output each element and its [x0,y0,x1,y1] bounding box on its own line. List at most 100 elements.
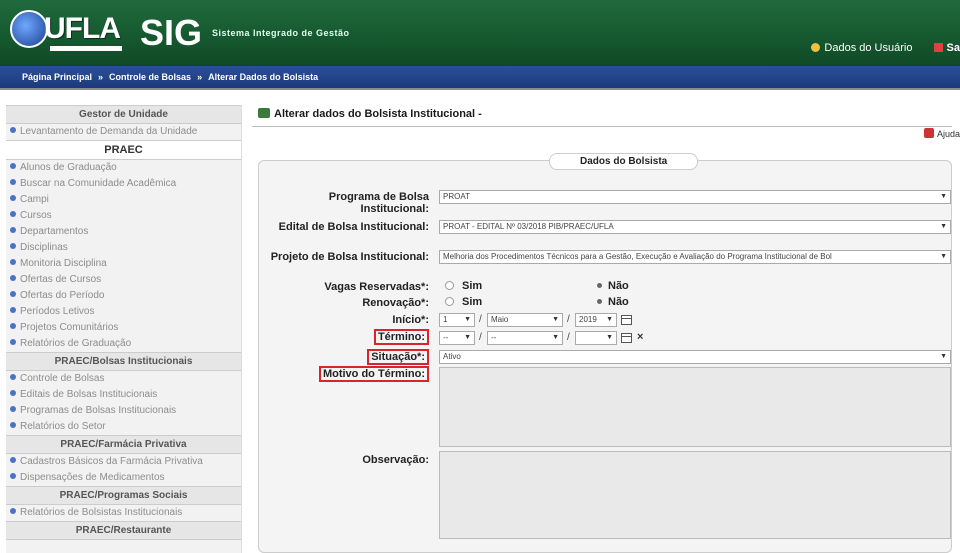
sidebar-item[interactable]: Departamentos [6,224,241,240]
sidebar-item[interactable]: Dispensações de Medicamentos [6,470,241,486]
bullet-icon [10,127,16,133]
sidebar-item-label: Levantamento de Demanda da Unidade [20,126,198,137]
vagas-nao-radio[interactable]: Não [597,280,629,292]
observacao-label: Observação: [362,454,429,466]
bullet-icon [10,211,16,217]
bullet-icon [10,163,16,169]
user-data-link[interactable]: Dados do Usuário [811,42,912,54]
programa-select[interactable]: PROAT ▼ [439,190,951,204]
user-icon [811,43,821,52]
termino-year-select[interactable]: ▼ [575,331,617,345]
breadcrumb-item[interactable]: Controle de Bolsas [109,72,191,82]
inicio-day-select[interactable]: 1 ▼ [439,313,475,327]
breadcrumb-separator: » [98,72,104,82]
fieldset-legend: Dados do Bolsista [549,153,699,170]
observacao-textarea[interactable] [439,451,951,539]
breadcrumb-item[interactable]: Alterar Dados do Bolsista [208,72,318,82]
sidebar-item[interactable]: Editais de Bolsas Institucionais [6,387,241,403]
bullet-icon [10,374,16,380]
sidebar-item[interactable]: Campi [6,192,241,208]
calendar-icon[interactable] [621,333,632,343]
renovacao-label: Renovação*: [362,297,429,309]
sidebar-item-label: Ofertas de Cursos [20,274,102,285]
bullet-icon [10,406,16,412]
users-icon [258,108,270,118]
sidebar-item-label: Controle de Bolsas [20,373,105,384]
sidebar-item-label: Cadastros Básicos da Farmácia Privativa [20,456,203,467]
sidebar-item[interactable]: Relatórios de Graduação [6,336,241,352]
situacao-label: Situação*: [259,349,429,365]
projeto-select[interactable]: Melhoria dos Procedimentos Técnicos para… [439,250,951,264]
bullet-icon [10,508,16,514]
sidebar-item[interactable]: Buscar na Comunidade Acadêmica [6,176,241,192]
termino-day-select[interactable]: -- ▼ [439,331,475,345]
sidebar-item[interactable]: Disciplinas [6,240,241,256]
inicio-label: Início*: [392,314,429,326]
ufla-seal-icon [10,10,48,48]
sidebar-item-label: Ofertas do Período [20,290,105,301]
sidebar-item[interactable]: Programas de Bolsas Institucionais [6,403,241,419]
termino-month-select[interactable]: -- ▼ [487,331,563,345]
sidebar-item[interactable]: Relatórios do Setor [6,419,241,435]
ufla-logo[interactable]: UFLA [10,10,122,51]
header: UFLA SIG Sistema Integrado de Gestão Dad… [0,0,960,66]
sidebar-item[interactable]: Monitoria Disciplina [6,256,241,272]
sidebar-section-title: Gestor de Unidade [6,105,241,124]
vagas-sim-radio[interactable]: Sim [445,280,482,292]
inicio-month-select[interactable]: Maio ▼ [487,313,563,327]
bullet-icon [10,390,16,396]
sidebar-item-label: Relatórios de Graduação [20,338,132,349]
chevron-down-icon: ▼ [940,353,947,360]
exit-link[interactable]: Sa [933,42,960,54]
breadcrumb: Página Principal » Controle de Bolsas » Alte… [22,72,324,82]
exit-icon [933,43,943,52]
chevron-down-icon: ▼ [940,193,947,200]
sidebar-item-label: Disciplinas [20,242,68,253]
sidebar-item[interactable]: Cadastros Básicos da Farmácia Privativa [6,454,241,470]
sidebar-item[interactable]: Cursos [6,208,241,224]
bullet-icon [10,275,16,281]
chevron-down-icon: ▼ [940,253,947,260]
bullet-icon [10,195,16,201]
sidebar-item[interactable]: Ofertas de Cursos [6,272,241,288]
help-link[interactable]: Ajuda [923,128,960,139]
bullet-icon [10,259,16,265]
sidebar-item-label: Projetos Comunitários [20,322,119,333]
ufla-logo-text: UFLA [44,12,121,45]
sidebar-item[interactable]: Relatórios de Bolsistas Institucionais [6,505,241,521]
sidebar-section-title: PRAEC/Programas Sociais [6,486,241,505]
sidebar-item[interactable]: Levantamento de Demanda da Unidade [6,124,241,140]
sidebar-item[interactable]: Projetos Comunitários [6,320,241,336]
bullet-icon [10,307,16,313]
user-menu: Dados do Usuário Sa [793,42,960,54]
sidebar-item[interactable]: Ofertas do Período [6,288,241,304]
projeto-label: Projeto de Bolsa Institucional: [270,251,429,263]
sidebar-item-label: Programas de Bolsas Institucionais [20,405,177,416]
sidebar-item[interactable]: Alunos de Graduação [6,160,241,176]
sidebar-item[interactable]: Controle de Bolsas [6,371,241,387]
bullet-icon [10,339,16,345]
motivo-textarea[interactable] [439,367,951,447]
breadcrumb-item[interactable]: Página Principal [22,72,92,82]
sidebar-item-label: Relatórios do Setor [20,421,106,432]
sidebar-item-label: Buscar na Comunidade Acadêmica [20,178,177,189]
motivo-label: Motivo do Término: [259,366,429,382]
breadcrumb-bar: Página Principal » Controle de Bolsas » Alte… [0,66,960,90]
bullet-icon [10,291,16,297]
calendar-icon[interactable] [621,315,632,325]
sidebar-item[interactable]: Períodos Letivos [6,304,241,320]
inicio-year-select[interactable]: 2019 ▼ [575,313,617,327]
bullet-icon [10,179,16,185]
sidebar-section-title: PRAEC/Restaurante [6,521,241,540]
edital-select[interactable]: PROAT - EDITAL Nº 03/2018 PIB/PRAEC/UFLA… [439,220,951,234]
clear-date-icon[interactable]: × [637,331,643,343]
situacao-select[interactable]: Ativo ▼ [439,350,951,364]
app-subtitle: Sistema Integrado de Gestão [212,28,350,38]
sidebar-section-title: PRAEC/Bolsas Institucionais [6,352,241,371]
renovacao-sim-radio[interactable]: Sim [445,296,482,308]
vagas-label: Vagas Reservadas*: [324,281,429,293]
bullet-icon [10,323,16,329]
page-title: Alterar dados do Bolsista Institucional … [258,108,482,120]
breadcrumb-separator: » [197,72,203,82]
renovacao-nao-radio[interactable]: Não [597,296,629,308]
